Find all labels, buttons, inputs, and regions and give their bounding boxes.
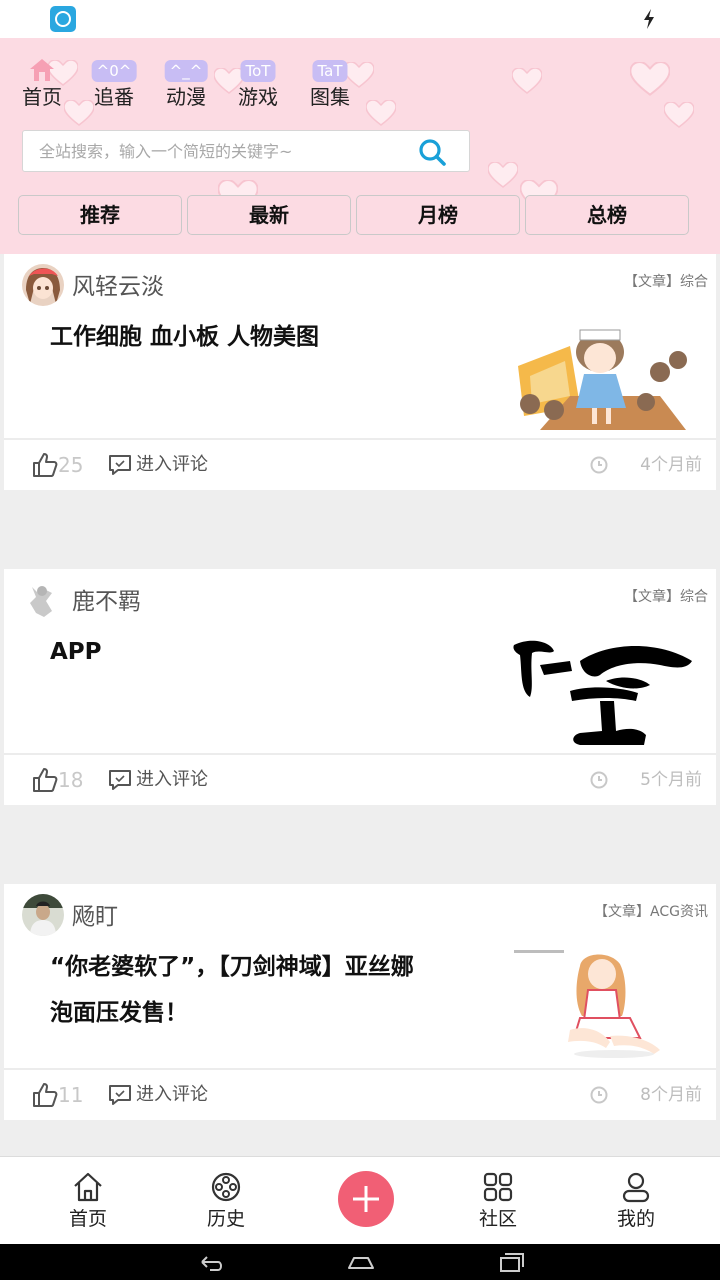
author-name[interactable]: 风轻云淡 [72,272,164,302]
post-time: 5个月前 [640,770,702,790]
enter-comments-link[interactable]: 进入评论 [136,767,208,793]
status-bar [0,0,720,38]
post-footer: 11 进入评论 8个月前 [4,1068,716,1120]
bottom-nav-label: 历史 [206,1208,245,1230]
bottom-nav-history[interactable]: 历史 [166,1157,286,1245]
tab-latest[interactable]: 最新 [187,195,351,235]
post-category: 【文章】ACG资讯 [594,904,708,920]
post-card[interactable]: 鹿不羁 【文章】综合 APP 18 进入评论 5个月前 [4,569,716,805]
nav-label: 首页 [22,85,62,109]
nav-label: 图集 [310,85,350,109]
heart-decoration-icon [512,68,542,94]
nav-item-anime-tracking[interactable]: ^0^ 追番 [84,58,144,114]
search-input[interactable] [39,131,409,171]
bottom-nav-label: 社区 [478,1208,517,1230]
emoticon-badge: ToT [240,60,276,82]
bottom-nav-label: 我的 [616,1208,655,1230]
nav-item-gallery[interactable]: TaT 图集 [300,58,360,114]
thumbs-up-icon[interactable] [32,767,58,793]
home-icon [74,1172,102,1202]
heart-decoration-icon [366,100,396,126]
film-reel-icon [211,1172,241,1202]
tab-recommended[interactable]: 推荐 [18,195,182,235]
clock-icon [590,771,608,789]
heart-decoration-icon [664,102,694,128]
avatar[interactable] [22,579,64,621]
post-title[interactable]: “你老婆软了”，【刀剑神域】亚丝娜泡面压发售！ [50,944,430,1036]
enter-comments-link[interactable]: 进入评论 [136,452,208,478]
post-thumbnail[interactable] [510,946,696,1060]
nav-item-games[interactable]: ToT 游戏 [228,58,288,114]
clock-icon [590,1086,608,1104]
nav-item-home[interactable]: 首页 [12,58,72,114]
grid-icon [483,1172,513,1202]
heart-decoration-icon [488,162,518,188]
post-feed: 风轻云淡 【文章】综合 工作细胞 血小板 人物美图 25 进入评论 4个月前 鹿… [0,254,720,1156]
author-name[interactable]: 鹿不羁 [72,587,141,617]
comment-icon[interactable] [108,454,132,476]
bottom-nav: 首页 历史 社区 我的 [0,1156,720,1244]
heart-decoration-icon [630,62,670,96]
post-title[interactable]: APP [50,629,430,675]
home-button-icon[interactable] [346,1250,376,1274]
system-navigation-bar [0,1244,720,1280]
avatar[interactable] [22,894,64,936]
post-footer: 25 进入评论 4个月前 [4,438,716,490]
tab-all-time[interactable]: 总榜 [525,195,689,235]
comment-icon[interactable] [108,769,132,791]
like-count: 11 [58,1083,84,1107]
post-title[interactable]: 工作细胞 血小板 人物美图 [50,314,430,360]
charging-icon [644,9,654,29]
nav-label: 动漫 [166,85,206,109]
back-icon[interactable] [196,1250,226,1274]
header: 首页 ^0^ 追番 ^_^ 动漫 ToT 游戏 TaT 图集 推荐 最新 月榜 … [0,38,720,254]
thumbs-up-icon[interactable] [32,1082,58,1108]
app-notification-icon [50,6,76,32]
post-thumbnail[interactable] [510,316,696,430]
bottom-nav-mine[interactable]: 我的 [576,1157,696,1245]
post-time: 8个月前 [640,1085,702,1105]
search-icon[interactable] [417,137,447,167]
avatar[interactable] [22,264,64,306]
nav-item-anime[interactable]: ^_^ 动漫 [156,58,216,114]
recent-apps-icon[interactable] [496,1250,526,1274]
emoticon-badge: ^_^ [164,60,208,82]
tab-monthly[interactable]: 月榜 [356,195,520,235]
ranking-tabs: 推荐 最新 月榜 总榜 [18,195,690,237]
post-footer: 18 进入评论 5个月前 [4,753,716,805]
create-post-button[interactable] [338,1171,394,1227]
bottom-nav-label: 首页 [68,1208,107,1230]
post-category: 【文章】综合 [624,274,708,290]
bottom-nav-community[interactable]: 社区 [438,1157,558,1245]
emoticon-badge: ^0^ [91,60,137,82]
like-count: 25 [58,453,84,477]
post-category: 【文章】综合 [624,589,708,605]
bottom-nav-home[interactable]: 首页 [28,1157,148,1245]
user-icon [622,1172,650,1203]
author-name[interactable]: 飏盯 [72,902,118,932]
post-thumbnail[interactable] [510,631,696,745]
nav-label: 追番 [94,85,134,109]
clock-icon [590,456,608,474]
nav-label: 游戏 [238,85,278,109]
post-time: 4个月前 [640,455,702,475]
like-count: 18 [58,768,84,792]
search-box [22,130,470,172]
thumbs-up-icon[interactable] [32,452,58,478]
home-icon [30,59,54,81]
post-card[interactable]: 风轻云淡 【文章】综合 工作细胞 血小板 人物美图 25 进入评论 4个月前 [4,254,716,490]
post-card[interactable]: 飏盯 【文章】ACG资讯 “你老婆软了”，【刀剑神域】亚丝娜泡面压发售！ 11 … [4,884,716,1120]
enter-comments-link[interactable]: 进入评论 [136,1082,208,1108]
emoticon-badge: TaT [312,60,348,82]
comment-icon[interactable] [108,1084,132,1106]
